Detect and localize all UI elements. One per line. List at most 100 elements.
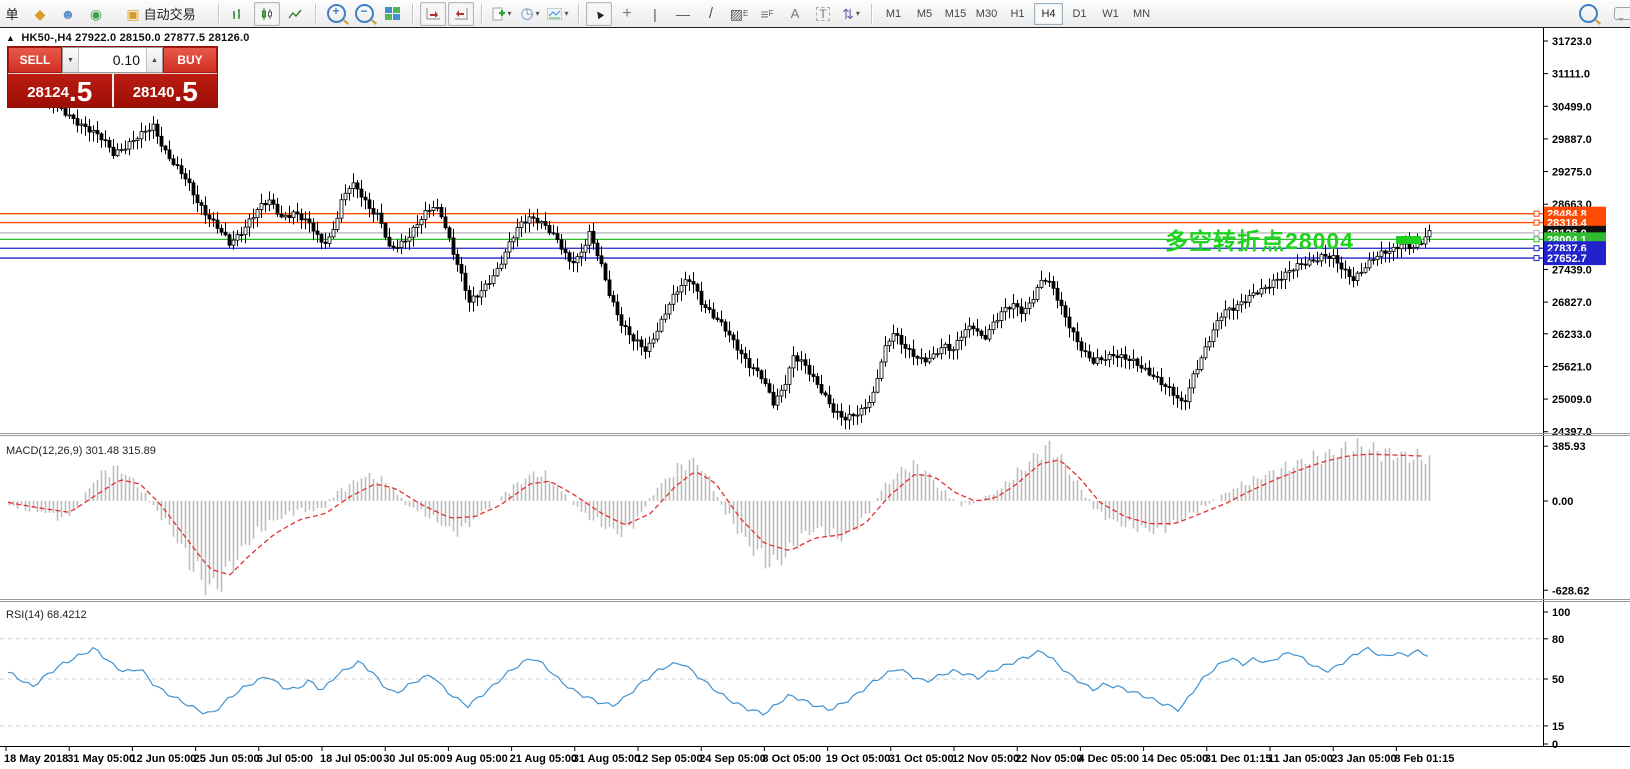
svg-text:26827.0: 26827.0 — [1552, 297, 1592, 309]
indicators-button[interactable]: ▾ — [489, 2, 515, 26]
toolbar-group-drawing: ▲ + | — / ▨E ≡F A T ⇅▾ — [582, 0, 868, 27]
svg-text:385.93: 385.93 — [1552, 441, 1586, 453]
volume-increase-button[interactable]: ▲ — [146, 48, 162, 72]
svg-text:11 Jan 05:00: 11 Jan 05:00 — [1268, 753, 1333, 765]
chart-area[interactable]: 31723.031111.030499.029887.029275.028663… — [0, 28, 1630, 769]
svg-text:24 Sep 05:00: 24 Sep 05:00 — [699, 753, 766, 765]
svg-text:12 Nov 05:00: 12 Nov 05:00 — [952, 753, 1019, 765]
svg-text:31 May 05:00: 31 May 05:00 — [67, 753, 135, 765]
bar-chart-icon[interactable] — [226, 2, 252, 26]
volume-input[interactable]: 0.10 — [79, 48, 146, 72]
timeframes-group: M1M5M15M30H1H4D1W1MN — [875, 0, 1160, 27]
vertical-line-tool-icon[interactable]: | — [642, 2, 668, 26]
svg-text:19 Oct 05:00: 19 Oct 05:00 — [826, 753, 891, 765]
svg-text:18 May 2018: 18 May 2018 — [4, 753, 68, 765]
label-tool-icon[interactable]: T — [810, 2, 836, 26]
toolbar-group-scroll — [416, 0, 478, 27]
timeframe-button-m30[interactable]: M30 — [972, 3, 1001, 25]
toolbar-separator — [578, 4, 579, 24]
svg-text:24397.0: 24397.0 — [1552, 427, 1592, 439]
trendline-tool-icon[interactable]: / — [698, 2, 724, 26]
svg-text:100: 100 — [1552, 607, 1570, 619]
buy-button[interactable]: BUY — [163, 47, 217, 73]
svg-text:6 Jul 05:00: 6 Jul 05:00 — [257, 753, 313, 765]
auto-scroll-icon[interactable] — [420, 2, 446, 26]
timeframe-button-h1[interactable]: H1 — [1003, 3, 1032, 25]
new-order-button[interactable]: 单 — [0, 2, 25, 26]
svg-text:15: 15 — [1552, 721, 1564, 733]
metaeditor-icon[interactable]: ◆ — [27, 2, 53, 26]
svg-text:31111.0: 31111.0 — [1552, 69, 1590, 81]
templates-button[interactable]: ▾ — [545, 2, 571, 26]
svg-text:23 Jan 05:00: 23 Jan 05:00 — [1331, 753, 1396, 765]
zoom-out-icon[interactable]: − — [351, 2, 377, 26]
sell-price-display[interactable]: 28124.5 — [8, 74, 114, 107]
candlestick-chart-icon[interactable] — [254, 2, 280, 26]
svg-text:12 Sep 05:00: 12 Sep 05:00 — [636, 753, 703, 765]
toolbar-separator — [412, 4, 413, 24]
timeframe-button-m1[interactable]: M1 — [879, 3, 908, 25]
toolbar-separator — [481, 4, 482, 24]
svg-text:0: 0 — [1552, 739, 1558, 751]
svg-text:27652.7: 27652.7 — [1547, 253, 1587, 265]
channel-tool-icon[interactable]: ▨E — [726, 2, 752, 26]
svg-text:-628.62: -628.62 — [1552, 585, 1589, 597]
mt4-window: 单 ◆ ☻ ◉ ▣ 自动交易 + − — [0, 0, 1630, 769]
svg-text:25 Jun 05:00: 25 Jun 05:00 — [194, 753, 260, 765]
timeframe-button-mn[interactable]: MN — [1127, 3, 1156, 25]
svg-text:29887.0: 29887.0 — [1552, 134, 1592, 146]
crosshair-tool-icon[interactable]: + — [614, 2, 640, 26]
chart-shift-icon[interactable] — [448, 2, 474, 26]
buy-price-display[interactable]: 28140.5 — [114, 74, 218, 107]
svg-text:8 Feb 01:15: 8 Feb 01:15 — [1394, 753, 1454, 765]
svg-text:26233.0: 26233.0 — [1552, 329, 1592, 341]
volume-decrease-button[interactable]: ▼ — [63, 48, 79, 72]
svg-text:50: 50 — [1552, 674, 1564, 686]
svg-text:25621.0: 25621.0 — [1552, 361, 1592, 373]
svg-text:12 Jun 05:00: 12 Jun 05:00 — [130, 753, 196, 765]
community-icon[interactable]: ☻ — [55, 2, 81, 26]
horizontal-line-tool-icon[interactable]: — — [670, 2, 696, 26]
autotrading-button[interactable]: ▣ 自动交易 — [111, 2, 211, 26]
ohlc-values: 27922.0 28150.0 27877.5 28126.0 — [75, 32, 249, 44]
periods-button[interactable]: ◷ ▾ — [517, 2, 543, 26]
chat-icon[interactable] — [1610, 2, 1630, 26]
toolbar-separator — [315, 4, 316, 24]
zoom-in-icon[interactable]: + — [323, 2, 349, 26]
text-tool-icon[interactable]: A — [782, 2, 808, 26]
timeframe-button-h4[interactable]: H4 — [1034, 3, 1063, 25]
timeframe-button-m5[interactable]: M5 — [910, 3, 939, 25]
cursor-tool-icon[interactable]: ▲ — [586, 2, 612, 26]
one-click-trading-panel: SELL ▼ 0.10 ▲ BUY 28124.5 28140.5 — [7, 46, 218, 108]
green-box-annotation — [1396, 236, 1421, 244]
toolbar-group-zoom: + − — [319, 0, 409, 27]
svg-text:31 Aug 05:00: 31 Aug 05:00 — [573, 753, 640, 765]
sell-button[interactable]: SELL — [8, 47, 62, 73]
chart-annotation-text: 多空转折点28004 — [1032, 222, 1354, 256]
rsi-label: RSI(14) 68.4212 — [6, 609, 87, 621]
svg-text:25009.0: 25009.0 — [1552, 394, 1592, 406]
signals-icon[interactable]: ◉ — [83, 2, 109, 26]
toolbar-separator — [218, 4, 219, 24]
tile-windows-icon[interactable] — [379, 2, 405, 26]
toolbar-separator — [871, 4, 872, 24]
arrows-tool-icon[interactable]: ⇅▾ — [838, 2, 864, 26]
search-icon[interactable] — [1575, 2, 1601, 26]
svg-text:4 Dec 05:00: 4 Dec 05:00 — [1078, 753, 1139, 765]
collapse-triangle-icon[interactable]: ▲ — [6, 33, 15, 43]
autotrading-label: 自动交易 — [144, 4, 196, 23]
svg-text:21 Aug 05:00: 21 Aug 05:00 — [510, 753, 577, 765]
toolbar-group-charttype — [222, 0, 312, 27]
svg-text:9 Aug 05:00: 9 Aug 05:00 — [446, 753, 507, 765]
timeframe-button-w1[interactable]: W1 — [1096, 3, 1125, 25]
timeframe-button-d1[interactable]: D1 — [1065, 3, 1094, 25]
line-chart-icon[interactable] — [282, 2, 308, 26]
svg-text:31723.0: 31723.0 — [1552, 36, 1592, 48]
toolbar-group-insert: ▾ ◷ ▾ ▾ — [485, 0, 575, 27]
timeframe-button-m15[interactable]: M15 — [941, 3, 970, 25]
svg-text:27439.0: 27439.0 — [1552, 264, 1592, 276]
svg-text:22 Nov 05:00: 22 Nov 05:00 — [1015, 753, 1082, 765]
svg-text:31 Oct 05:00: 31 Oct 05:00 — [889, 753, 954, 765]
symbol-title: HK50-,H4 — [21, 32, 72, 44]
fibonacci-tool-icon[interactable]: ≡F — [754, 2, 780, 26]
